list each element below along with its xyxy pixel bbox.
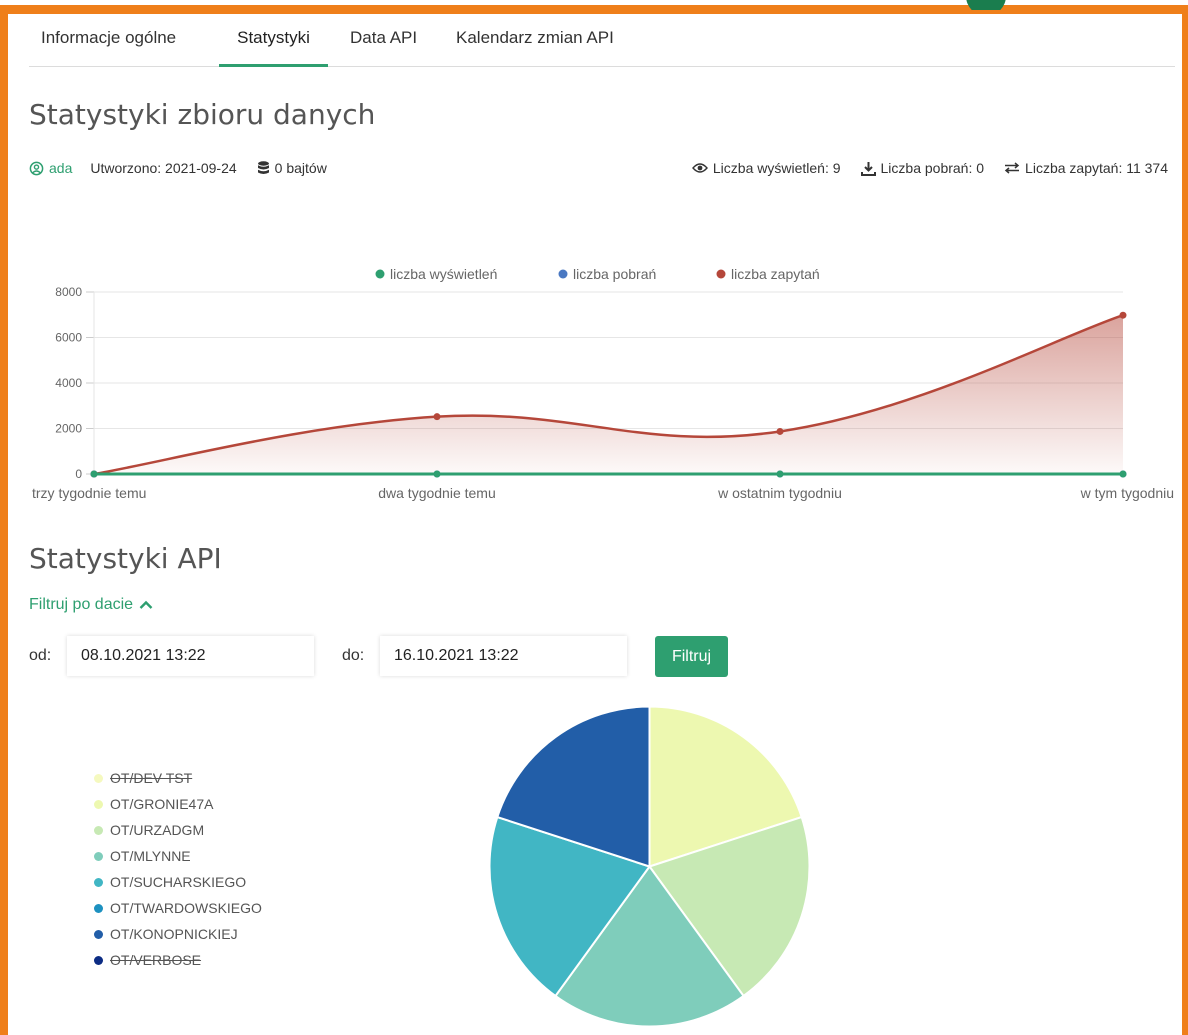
- to-label: do:: [342, 647, 365, 664]
- dataset-size: 0 bajtów: [274, 160, 327, 176]
- x-tick-label: trzy tygodnie temu: [32, 485, 146, 501]
- downloads-count: Liczba pobrań: 0: [880, 160, 985, 176]
- y-tick-label: 4000: [55, 376, 82, 390]
- legend-label: OT/URZADGM: [110, 822, 205, 838]
- legend-label[interactable]: liczba zapytań: [731, 266, 820, 282]
- user-circle-icon: [29, 161, 44, 175]
- legend-label: OT/SUCHARSKIEGO: [110, 874, 247, 890]
- pie-legend-item[interactable]: OT/SUCHARSKIEGO: [94, 869, 262, 895]
- filter-toggle-label: Filtruj po dacie: [29, 596, 134, 613]
- legend-label: OT/GRONIE47A: [110, 796, 214, 812]
- views-count: Liczba wyświetleń: 9: [712, 160, 841, 176]
- data-point[interactable]: [1119, 311, 1127, 319]
- legend-label: OT/DEV TST: [110, 770, 193, 786]
- legend-label: OT/KONOPNICKIEJ: [110, 926, 238, 942]
- pie-legend-item[interactable]: OT/KONOPNICKIEJ: [94, 921, 262, 947]
- user-link[interactable]: ada: [49, 160, 72, 176]
- pie-legend-item[interactable]: OT/TWARDOWSKIEGO: [94, 895, 262, 921]
- legend-dot: [94, 955, 103, 965]
- main-content: Informacje ogólne Statystyki Data API Ka…: [8, 14, 1182, 1035]
- exchange-arrows-icon: [1004, 162, 1020, 174]
- dataset-meta-right: Liczba wyświetleń: 9 Liczba pobrań: 0 Li…: [691, 160, 1168, 176]
- pie-legend-item[interactable]: OT/URZADGM: [94, 817, 262, 843]
- legend-label: OT/MLYNNE: [110, 848, 191, 864]
- y-tick-label: 2000: [55, 422, 82, 436]
- legend-dot: [94, 825, 103, 835]
- queries-count: Liczba zapytań: 11 374: [1025, 160, 1168, 176]
- pie-legend-item[interactable]: OT/DEV TST: [94, 765, 262, 791]
- legend-label[interactable]: liczba pobrań: [573, 266, 656, 282]
- pie-legend-item[interactable]: OT/MLYNNE: [94, 843, 262, 869]
- tab-bar: Informacje ogólne Statystyki Data API Ka…: [29, 14, 1175, 67]
- data-point[interactable]: [776, 427, 784, 435]
- legend-dot: [94, 799, 103, 809]
- tab-data-api[interactable]: Data API: [350, 14, 417, 66]
- x-tick-label: w ostatnim tygodniu: [717, 485, 842, 501]
- window-frame-right: [1182, 5, 1188, 1035]
- legend-dot: [94, 929, 103, 939]
- queries-area-fill: [94, 315, 1123, 474]
- legend-dot: [94, 903, 103, 913]
- legend-dot: [94, 851, 103, 861]
- dataset-line-chart: liczba wyświetleń liczba pobrań liczba zap…: [32, 266, 1174, 501]
- tab-general-info[interactable]: Informacje ogólne: [41, 14, 176, 66]
- x-tick-label: dwa tygodnie temu: [378, 485, 496, 501]
- data-point[interactable]: [433, 470, 441, 478]
- data-point[interactable]: [776, 470, 784, 478]
- logo-fragment: [962, 0, 1012, 10]
- from-label: od:: [29, 647, 52, 664]
- y-tick-label: 6000: [55, 331, 82, 345]
- download-icon: [860, 161, 876, 176]
- pie-legend-item[interactable]: OT/VERBOSE: [94, 947, 262, 973]
- pie-legend-item[interactable]: OT/GRONIE47A: [94, 791, 262, 817]
- window-frame-left: [0, 5, 8, 1035]
- dataset-meta-left: ada Utworzono: 2021-09-24 0 bajtów: [29, 160, 327, 176]
- legend-marker: [558, 269, 568, 279]
- legend-marker: [716, 269, 726, 279]
- legend-dot: [94, 773, 103, 783]
- tab-statistics[interactable]: Statystyki: [219, 14, 328, 67]
- legend-label: OT/TWARDOWSKIEGO: [110, 900, 262, 916]
- created-date: Utworzono: 2021-09-24: [90, 160, 237, 176]
- legend-marker: [375, 269, 385, 279]
- y-tick-label: 0: [75, 467, 82, 481]
- data-point[interactable]: [90, 470, 98, 478]
- date-to-input[interactable]: [380, 636, 627, 676]
- tab-api-calendar[interactable]: Kalendarz zmian API: [456, 14, 614, 66]
- legend-label: OT/VERBOSE: [110, 952, 202, 968]
- api-pie-chart: [488, 705, 811, 1028]
- pie-legend: OT/DEV TST OT/GRONIE47A OT/URZADGM OT/MLYNN…: [94, 765, 262, 973]
- legend-label[interactable]: liczba wyświetleń: [390, 266, 497, 282]
- data-point[interactable]: [433, 413, 441, 421]
- y-tick-label: 8000: [55, 285, 82, 299]
- api-stats-title: Statystyki API: [29, 542, 222, 575]
- dataset-stats-title: Statystyki zbioru danych: [29, 98, 376, 131]
- legend-dot: [94, 877, 103, 887]
- eye-icon: [691, 163, 708, 173]
- filter-by-date-toggle[interactable]: Filtruj po dacie: [29, 596, 153, 614]
- data-point[interactable]: [1119, 470, 1127, 478]
- filter-button[interactable]: Filtruj: [655, 636, 728, 677]
- database-icon: [257, 161, 269, 174]
- date-from-input[interactable]: [67, 636, 314, 676]
- chevron-up-icon: [139, 600, 153, 609]
- x-tick-label: w tym tygodniu: [1080, 485, 1174, 501]
